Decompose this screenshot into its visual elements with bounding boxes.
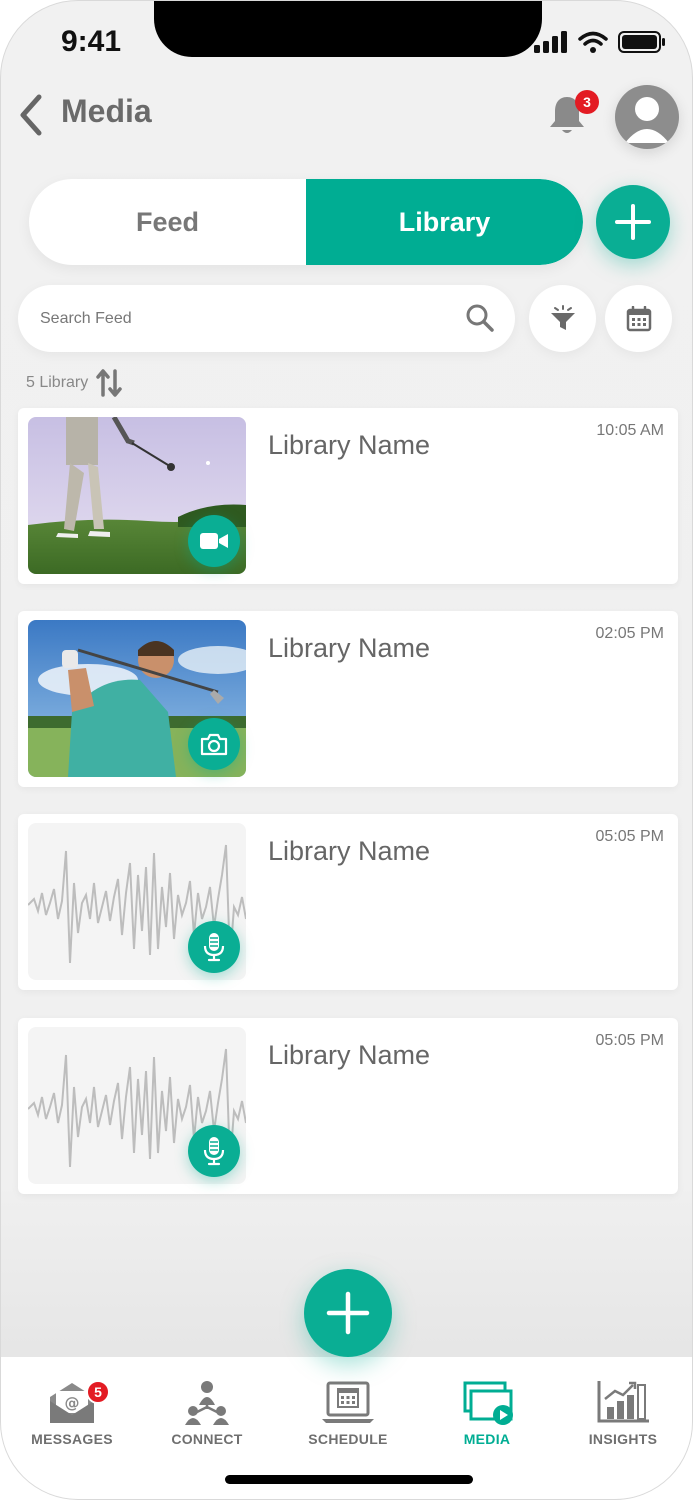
avatar[interactable]: [615, 85, 679, 149]
connect-icon: [185, 1381, 229, 1425]
library-name: Library Name: [268, 633, 431, 663]
calendar-button[interactable]: [605, 285, 672, 352]
battery-icon: [618, 31, 665, 53]
library-name: Library Name: [268, 430, 431, 460]
tab-messages[interactable]: @ 5 MESSAGES: [3, 1357, 141, 1457]
tab-connect[interactable]: CONNECT: [138, 1357, 276, 1457]
search-input[interactable]: [40, 285, 450, 352]
library-card[interactable]: Library Name 05:05 PM: [18, 814, 678, 990]
tab-library[interactable]: Library: [306, 179, 583, 265]
library-time: 10:05 AM: [596, 422, 664, 439]
library-time: 05:05 PM: [595, 828, 664, 845]
back-arrow-icon[interactable]: [15, 91, 55, 139]
notification-badge: 3: [575, 90, 599, 114]
insights-icon: [597, 1381, 649, 1423]
library-card[interactable]: Library Name 10:05 AM: [18, 408, 678, 584]
library-count-row: 5 Library: [26, 368, 122, 398]
phone-screen: 9:41 Media 3 Feed Library Search Feed 5 …: [0, 0, 693, 1500]
wifi-icon: [578, 31, 608, 53]
filter-button[interactable]: [529, 285, 596, 352]
tab-insights[interactable]: INSIGHTS: [554, 1357, 692, 1457]
user-avatar-icon: [625, 97, 669, 143]
tab-feed[interactable]: Feed: [29, 179, 306, 265]
tab-schedule-label: SCHEDULE: [308, 1431, 388, 1447]
media-icon: [463, 1381, 513, 1425]
filter-icon: [550, 304, 575, 330]
schedule-icon: [322, 1381, 374, 1423]
plus-icon: [615, 204, 651, 240]
video-badge: [188, 515, 240, 567]
svg-text:@: @: [65, 1394, 80, 1412]
tab-insights-label: INSIGHTS: [588, 1431, 658, 1447]
audio-badge: [188, 921, 240, 973]
calendar-icon: [626, 305, 651, 331]
library-name: Library Name: [268, 1040, 431, 1070]
audio-badge: [188, 1125, 240, 1177]
page-title: Media: [61, 93, 152, 129]
tab-connect-label: CONNECT: [171, 1431, 243, 1447]
sort-icon[interactable]: [96, 368, 122, 398]
device-notch: [154, 1, 542, 57]
search-bar: [18, 285, 515, 352]
microphone-icon: [203, 933, 225, 962]
add-media-button[interactable]: [304, 1269, 392, 1357]
view-toggle: Feed Library: [29, 179, 583, 265]
library-card[interactable]: Library Name 02:05 PM: [18, 611, 678, 787]
camera-icon: [200, 733, 228, 756]
home-indicator: [225, 1475, 473, 1484]
status-icons: [534, 31, 666, 53]
search-icon[interactable]: [465, 303, 495, 333]
tab-messages-label: MESSAGES: [31, 1431, 113, 1447]
library-count: 5 Library: [26, 374, 89, 391]
add-library-button[interactable]: [596, 185, 670, 259]
tab-media-label: MEDIA: [463, 1431, 511, 1447]
library-time: 05:05 PM: [595, 1032, 664, 1049]
tab-media[interactable]: MEDIA: [418, 1357, 556, 1457]
library-time: 02:05 PM: [595, 625, 664, 642]
plus-icon: [326, 1291, 370, 1335]
library-name: Library Name: [268, 836, 431, 866]
library-card[interactable]: Library Name 05:05 PM: [18, 1018, 678, 1194]
video-camera-icon: [200, 533, 228, 549]
status-time: 9:41: [61, 25, 122, 58]
messages-badge: 5: [86, 1380, 110, 1404]
photo-badge: [188, 718, 240, 770]
signal-icon: [534, 31, 567, 53]
microphone-icon: [203, 1137, 225, 1166]
tab-schedule[interactable]: SCHEDULE: [279, 1357, 417, 1457]
